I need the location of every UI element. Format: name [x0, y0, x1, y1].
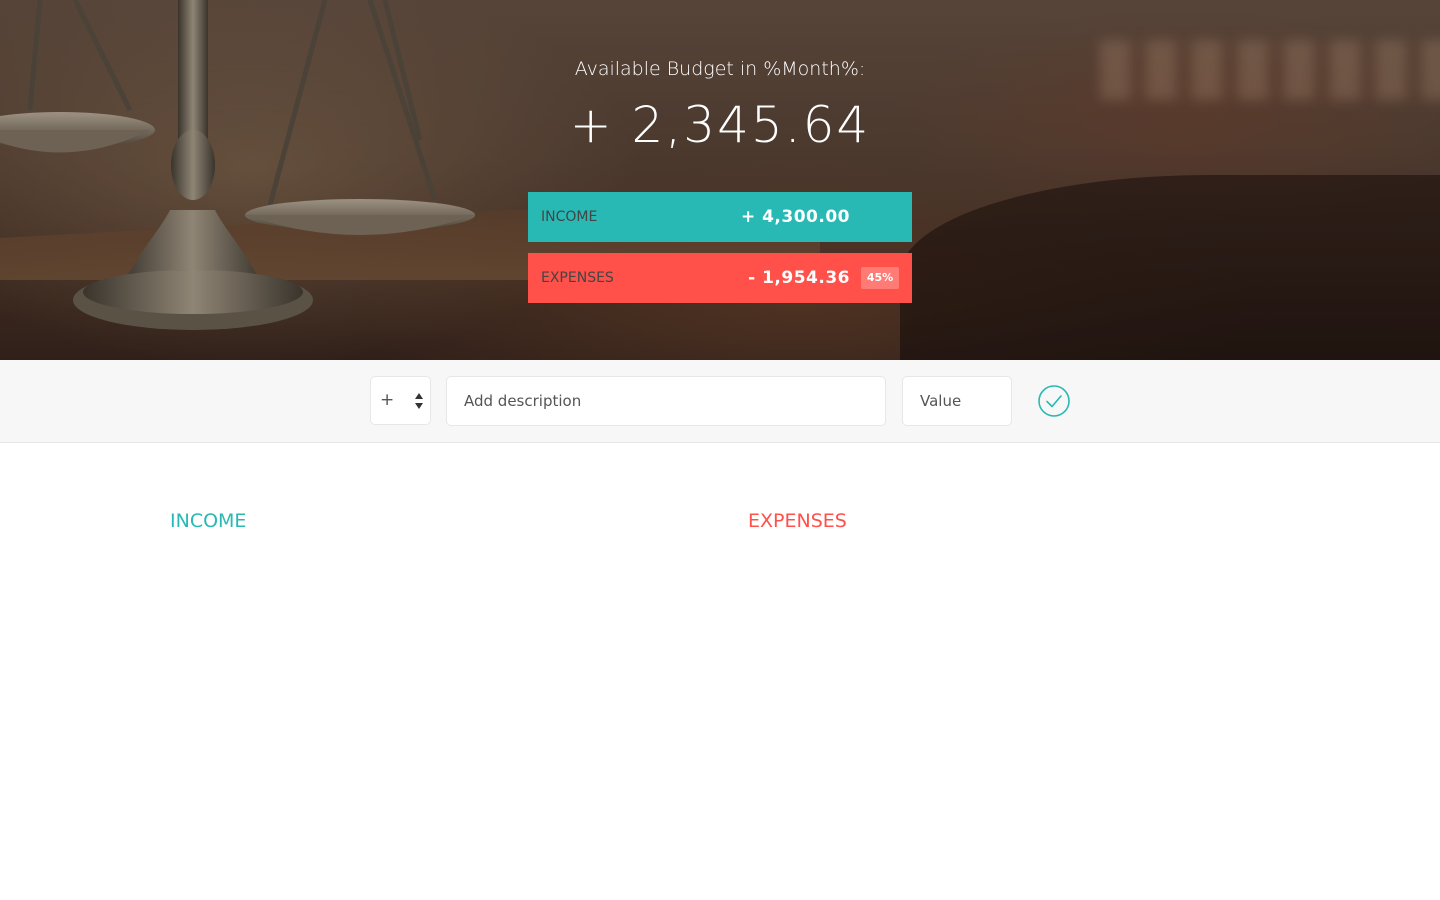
budget-income-value: + 4,300.00: [740, 207, 850, 227]
budget-income-label: Income: [541, 209, 598, 225]
budget-income-summary: Income + 4,300.00: [528, 192, 912, 242]
check-circle-icon[interactable]: [1037, 384, 1071, 418]
budget-hero: Available Budget in %Month%: + 2,345.64 …: [0, 0, 1440, 360]
add-item-bar: +: [0, 360, 1440, 443]
type-select-value: +: [380, 390, 395, 410]
budget-expenses-value: - 1,954.36: [748, 268, 850, 288]
value-input[interactable]: [902, 376, 1012, 426]
type-select[interactable]: +: [370, 376, 431, 425]
budget-title: Available Budget in %Month%:: [574, 58, 866, 80]
income-list-title: Income: [170, 510, 247, 532]
budget-expenses-percentage: 45%: [861, 267, 899, 289]
budget-expenses-summary: Expenses - 1,954.36 45%: [528, 253, 912, 303]
select-arrows-icon: [415, 393, 423, 409]
description-input[interactable]: [446, 376, 886, 426]
budget-value: + 2,345.64: [569, 96, 871, 154]
expenses-list-title: Expenses: [748, 510, 847, 532]
budget-expenses-label: Expenses: [541, 270, 614, 286]
background-bench: [900, 175, 1440, 360]
scales-of-justice-image: [0, 0, 475, 330]
